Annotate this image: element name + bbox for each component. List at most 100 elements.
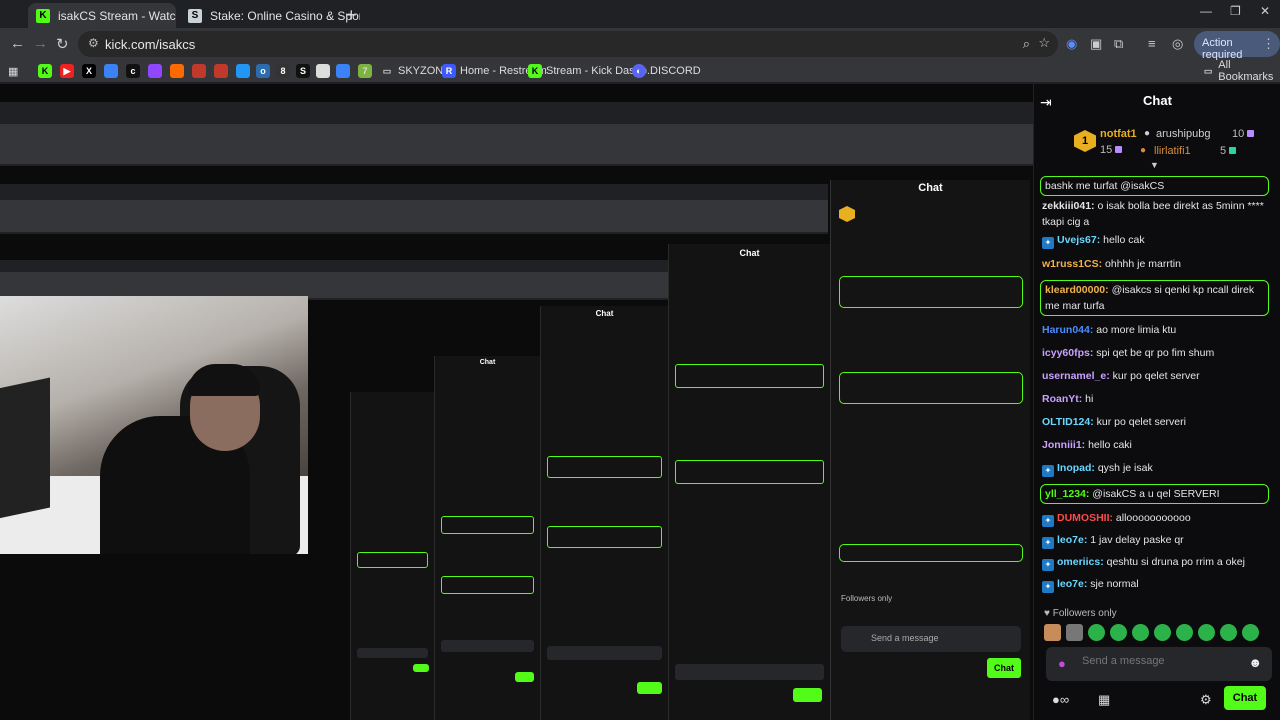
bookmark-6[interactable] (236, 63, 254, 79)
emote[interactable] (1132, 624, 1149, 641)
tab-stake[interactable]: S Stake: Online Casino & Sports ✕ (180, 3, 360, 28)
emote[interactable] (1198, 624, 1215, 641)
chat-text: ohhhh je marrtin (1105, 258, 1181, 270)
chat-username[interactable]: Jonniii1: (1042, 439, 1085, 451)
chat-username[interactable]: DUMOSHII: (1057, 512, 1113, 524)
stake-icon: S (188, 8, 202, 23)
address-bar[interactable]: ⚙ kick.com/isakcs ⌕ ☆ (78, 31, 1058, 57)
chat-username[interactable]: omeriics: (1057, 556, 1104, 568)
gem-icon (1247, 130, 1255, 137)
extension-icon[interactable]: ◉ (1066, 36, 1077, 52)
send-message-box[interactable]: ● ☻ (1046, 647, 1272, 681)
chat-username[interactable]: Harun044: (1042, 324, 1093, 336)
gem-icon (1115, 146, 1123, 153)
bookmark-stake[interactable]: S (296, 63, 314, 79)
chat-username[interactable]: leo7e: (1057, 534, 1087, 546)
zoom-icon[interactable]: ⌕ (1023, 36, 1030, 52)
puzzle-icon[interactable]: ⧉ (1114, 36, 1123, 52)
chat-username[interactable]: yll_1234: (1045, 488, 1089, 500)
chat-username[interactable]: OLTID124: (1042, 416, 1094, 428)
menu-icon[interactable]: ⋮ (1262, 36, 1275, 52)
link-icon (214, 64, 228, 78)
echo-send-placeholder: Send a message (871, 633, 939, 643)
link-icon: 7 (358, 64, 372, 78)
chat-message: ✦ leo7e: sje normal (1042, 576, 1274, 593)
extension-icon[interactable]: ▣ (1090, 36, 1102, 52)
bookmark-9[interactable] (316, 63, 334, 79)
minimize-icon[interactable]: — (1200, 4, 1212, 18)
tab-kick[interactable]: K isakCS Stream - Watch Live on ✕ (28, 3, 176, 28)
subscriber-badge-icon: ✦ (1042, 465, 1054, 477)
profile-icon[interactable]: ◎ (1172, 36, 1183, 52)
chat-text: kur po qelet server (1112, 370, 1200, 382)
bookmark-11[interactable]: 7 (358, 63, 376, 79)
shop-icon[interactable]: ▦ (1098, 692, 1110, 708)
tab-label: Stake: Online Casino & Sports (210, 8, 360, 23)
bookmark-7[interactable]: o (256, 63, 274, 79)
chat-message: ✦ Uvejs67: hello cak (1042, 232, 1274, 249)
echo-highlight (839, 276, 1023, 308)
highlighted-message: yll_1234: @isakCS a u qel SERVERI (1040, 484, 1269, 504)
gifter-name[interactable]: arushipubg (1156, 128, 1210, 140)
restore-icon[interactable]: ❐ (1230, 4, 1241, 18)
points-icon[interactable]: ●∞ (1052, 692, 1069, 707)
top-gifters: 1 notfat1 15 ● arushipubg 10 ● llirlatif… (1034, 118, 1280, 170)
bookmark-twitch[interactable] (148, 63, 166, 79)
emote[interactable] (1088, 624, 1105, 641)
gear-icon[interactable]: ⚙ (1200, 692, 1212, 708)
send-message-input[interactable] (1082, 655, 1232, 667)
window-close-icon[interactable]: ✕ (1260, 4, 1270, 18)
gifter-name[interactable]: notfat1 (1100, 128, 1137, 140)
gifter-name[interactable]: llirlatifi1 (1154, 145, 1191, 157)
emote[interactable] (1110, 624, 1127, 641)
bookmark-kick[interactable]: K (38, 63, 56, 79)
emote[interactable] (1242, 624, 1259, 641)
chat-username[interactable]: RoanYt: (1042, 393, 1082, 405)
chat-username[interactable]: zekkiii041: (1042, 200, 1095, 212)
microphone-icon[interactable]: ● (1058, 656, 1066, 671)
bookmark-5[interactable] (214, 63, 232, 79)
bookmark-2[interactable]: c (126, 63, 144, 79)
bookmark-skyzone[interactable]: ▭ SKYZONE (380, 63, 451, 79)
chat-username[interactable]: kleard00000: (1045, 284, 1109, 296)
chevron-down-icon[interactable]: ▼ (1150, 160, 1159, 170)
bookmark-youtube[interactable]: ▶ (60, 63, 78, 79)
bookmark-3[interactable] (170, 63, 188, 79)
chat-footer: ●∞ ▦ ⚙ Chat (1034, 686, 1280, 716)
bookmark-x[interactable]: X (82, 63, 100, 79)
chat-username[interactable]: icyy60fps: (1042, 347, 1093, 359)
emote[interactable] (1154, 624, 1171, 641)
star-icon[interactable]: ☆ (1038, 35, 1050, 51)
apps-icon[interactable]: ▦ (8, 63, 18, 79)
chat-message: Jonniii1: hello caki (1042, 437, 1274, 453)
bookmark-8[interactable]: 8 (276, 63, 294, 79)
bookmark-4[interactable] (192, 63, 210, 79)
new-tab-button[interactable]: + (346, 5, 357, 26)
chat-send-button[interactable]: Chat (1224, 686, 1266, 710)
bookmark-10[interactable] (336, 63, 354, 79)
back-icon[interactable]: ← (10, 35, 25, 52)
toolbar: ← → ↻ ⚙ kick.com/isakcs ⌕ ☆ ◉ ▣ ⧉ ≡ ◎ Ac… (0, 28, 1280, 61)
chat-username[interactable]: w1russ1CS: (1042, 258, 1102, 270)
emote[interactable] (1066, 624, 1083, 641)
chat-username[interactable]: leo7e: (1057, 578, 1087, 590)
site-info-icon[interactable]: ⚙ (88, 36, 99, 50)
all-bookmarks[interactable]: ▭ All Bookmarks (1202, 59, 1280, 83)
browser-chrome: K isakCS Stream - Watch Live on ✕ S Stak… (0, 0, 1280, 84)
emote[interactable] (1044, 624, 1061, 641)
bookmark-discord[interactable]: ◐ DISCORD (632, 63, 701, 79)
forward-icon[interactable]: → (33, 35, 48, 52)
chat-username[interactable]: usernamel_e: (1042, 370, 1110, 382)
bookmark-1[interactable] (104, 63, 122, 79)
emote[interactable] (1220, 624, 1237, 641)
emoji-icon[interactable]: ☻ (1248, 655, 1262, 670)
chat-username[interactable]: Uvejs67: (1057, 234, 1100, 246)
media-icon[interactable]: ≡ (1148, 36, 1156, 51)
emote[interactable] (1176, 624, 1193, 641)
chat-username[interactable]: Inopad: (1057, 462, 1095, 474)
echo-browser-1 (0, 102, 1033, 166)
stream-video[interactable]: Chat Chat Chat Chat Followers only Send … (0, 84, 1033, 720)
reload-icon[interactable]: ↻ (56, 35, 69, 53)
url-text: kick.com/isakcs (105, 37, 196, 52)
chat-message: usernamel_e: kur po qelet server (1042, 368, 1274, 384)
